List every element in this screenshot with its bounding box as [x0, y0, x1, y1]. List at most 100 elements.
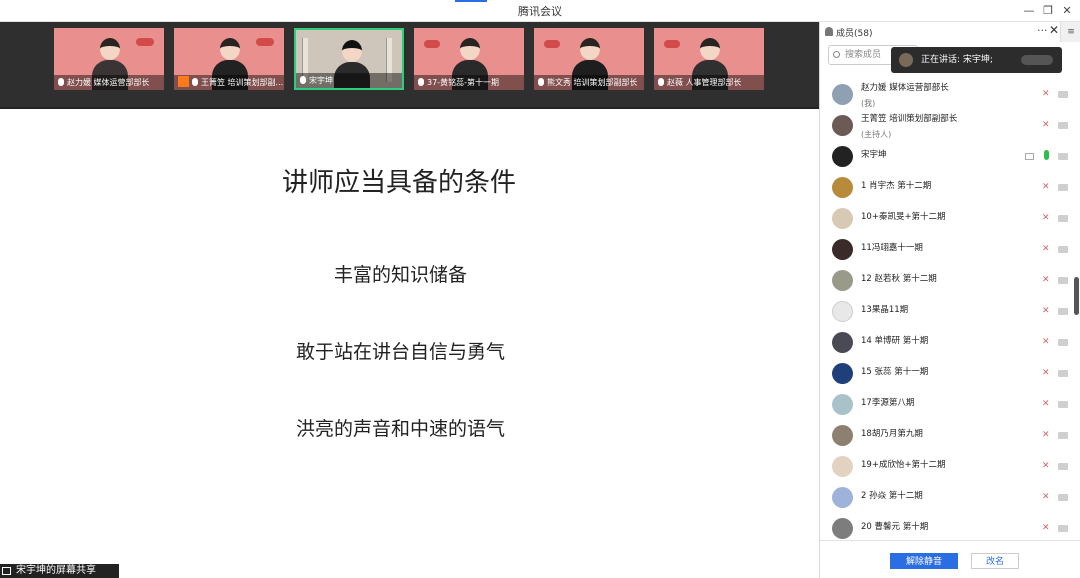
member-name: 1 肖宇杰 第十二期 [861, 181, 932, 191]
member-role: (我) [861, 99, 876, 108]
panel-footer: 解除静音 改名 [820, 540, 1080, 578]
camera-icon[interactable] [1058, 370, 1068, 377]
video-tile[interactable]: 赵力媛 媒体运营部部长 [54, 28, 164, 90]
members-panel: 成员(58) ··· ✕ ≡ 搜索成员 正在讲话: 宋宇坤; 赵力媛 媒体运营部… [819, 22, 1080, 578]
mic-muted-icon[interactable]: ✕ [1042, 430, 1051, 441]
camera-icon[interactable] [1058, 246, 1068, 253]
avatar [832, 146, 853, 167]
avatar [832, 270, 853, 291]
avatar [832, 487, 853, 508]
camera-icon[interactable] [1058, 432, 1068, 439]
member-row[interactable]: 宋宇坤 [820, 141, 1080, 172]
camera-icon[interactable] [1058, 494, 1068, 501]
member-row[interactable]: 17李源第八期 ✕ [820, 389, 1080, 420]
mic-muted-icon[interactable]: ✕ [1042, 492, 1051, 503]
member-name: 11冯翊嘉十一期 [861, 243, 923, 253]
video-tile[interactable]: 赵薇 人事管理部部长 [654, 28, 764, 90]
minimize-icon[interactable]: — [1020, 3, 1038, 19]
mic-icon [538, 78, 544, 86]
member-row[interactable]: 10+秦凯旻+第十二期 ✕ [820, 203, 1080, 234]
panel-menu-icon[interactable]: ≡ [1060, 22, 1080, 42]
camera-icon[interactable] [1058, 339, 1068, 346]
camera-icon[interactable] [1058, 153, 1068, 160]
member-name: 17李源第八期 [861, 398, 915, 408]
member-row[interactable]: 王箐笠 培训策划部副部长 (主持人) ✕ [820, 110, 1080, 141]
camera-icon[interactable] [1058, 401, 1068, 408]
camera-icon[interactable] [1058, 184, 1068, 191]
logo-icon [256, 38, 274, 46]
mic-muted-icon[interactable]: ✕ [1042, 368, 1051, 379]
mic-icon [192, 78, 198, 86]
mic-muted-icon[interactable]: ✕ [1042, 399, 1051, 410]
tile-label: 37-黄铭蕊-第十一期 [427, 78, 499, 87]
screen-share-indicator[interactable]: 宋宇坤的屏幕共享 [0, 564, 119, 578]
mic-muted-icon[interactable]: ✕ [1042, 337, 1051, 348]
member-row[interactable]: 18胡乃月第九期 ✕ [820, 420, 1080, 451]
camera-icon[interactable] [1058, 463, 1068, 470]
window-title: 腾讯会议 [518, 5, 562, 18]
camera-icon[interactable] [1058, 91, 1068, 98]
mic-muted-icon[interactable]: ✕ [1042, 244, 1051, 255]
host-icon [178, 76, 189, 87]
member-row[interactable]: 2 孙焱 第十二期 ✕ [820, 482, 1080, 513]
mic-muted-icon[interactable]: ✕ [1042, 182, 1051, 193]
avatar [832, 363, 853, 384]
mic-icon [300, 76, 306, 84]
mic-icon [418, 78, 424, 86]
tile-label: 宋宇坤 [309, 76, 333, 85]
member-name: 19+成欣怡+第十二期 [861, 460, 946, 470]
member-name: 14 单博研 第十期 [861, 336, 929, 346]
close-icon[interactable]: ✕ [1058, 3, 1076, 19]
camera-icon[interactable] [1058, 308, 1068, 315]
member-row[interactable]: 14 单博研 第十期 ✕ [820, 327, 1080, 358]
unmute-button[interactable]: 解除静音 [890, 553, 958, 569]
member-row[interactable]: 15 张蕊 第十一期 ✕ [820, 358, 1080, 389]
speaking-text: 正在讲话: 宋宇坤; [921, 55, 993, 65]
strip-divider [0, 107, 819, 109]
avatar [832, 208, 853, 229]
close-panel-icon[interactable]: ✕ [1049, 23, 1059, 37]
mic-muted-icon[interactable]: ✕ [1042, 306, 1051, 317]
screen-share-label: 宋宇坤的屏幕共享 [16, 565, 96, 576]
panel-header: 成员(58) ··· ✕ ≡ [820, 22, 1080, 42]
video-strip: 赵力媛 媒体运营部部长 王箐笠 培训策划部副... 宋宇坤 37-黄铭蕊-第十一… [0, 22, 819, 107]
member-row[interactable]: 赵力媛 媒体运营部部长 (我) ✕ [820, 79, 1080, 110]
member-name: 宋宇坤 [861, 150, 887, 160]
mic-muted-icon[interactable]: ✕ [1042, 213, 1051, 224]
video-tile[interactable]: 37-黄铭蕊-第十一期 [414, 28, 524, 90]
avatar [832, 332, 853, 353]
members-count: 成员(58) [836, 29, 873, 39]
logo-icon [424, 40, 440, 48]
logo-icon [136, 38, 154, 46]
member-row[interactable]: 12 赵若秋 第十二期 ✕ [820, 265, 1080, 296]
member-list-scrollbar[interactable] [1074, 277, 1079, 315]
mic-muted-icon[interactable]: ✕ [1042, 120, 1051, 131]
mic-muted-icon[interactable]: ✕ [1042, 523, 1051, 534]
member-name: 2 孙焱 第十二期 [861, 491, 923, 501]
member-row[interactable]: 1 肖宇杰 第十二期 ✕ [820, 172, 1080, 203]
video-tile-active-speaker[interactable]: 宋宇坤 [294, 28, 404, 90]
avatar [832, 177, 853, 198]
member-row[interactable]: 13果晶11期 ✕ [820, 296, 1080, 327]
slide-line: 洪亮的声音和中速的语气 [296, 418, 506, 440]
video-tile[interactable]: 熊文秀 培训策划部副部长 [534, 28, 644, 90]
slide-line: 丰富的知识储备 [334, 264, 468, 286]
title-accent [455, 0, 487, 2]
mic-active-icon[interactable] [1044, 150, 1049, 160]
video-tile[interactable]: 王箐笠 培训策划部副... [174, 28, 284, 90]
member-row[interactable]: 11冯翊嘉十一期 ✕ [820, 234, 1080, 265]
mic-muted-icon[interactable]: ✕ [1042, 89, 1051, 100]
mic-muted-icon[interactable]: ✕ [1042, 275, 1051, 286]
camera-icon[interactable] [1058, 525, 1068, 532]
avatar [832, 239, 853, 260]
speaking-tooltip: 正在讲话: 宋宇坤; [891, 47, 1062, 73]
member-row[interactable]: 19+成欣怡+第十二期 ✕ [820, 451, 1080, 482]
screen-share-icon [1025, 153, 1034, 160]
more-icon[interactable]: ··· [1037, 24, 1048, 37]
camera-icon[interactable] [1058, 122, 1068, 129]
restore-icon[interactable]: ❐ [1039, 3, 1057, 19]
rename-button[interactable]: 改名 [971, 553, 1019, 569]
mic-muted-icon[interactable]: ✕ [1042, 461, 1051, 472]
camera-icon[interactable] [1058, 277, 1068, 284]
camera-icon[interactable] [1058, 215, 1068, 222]
